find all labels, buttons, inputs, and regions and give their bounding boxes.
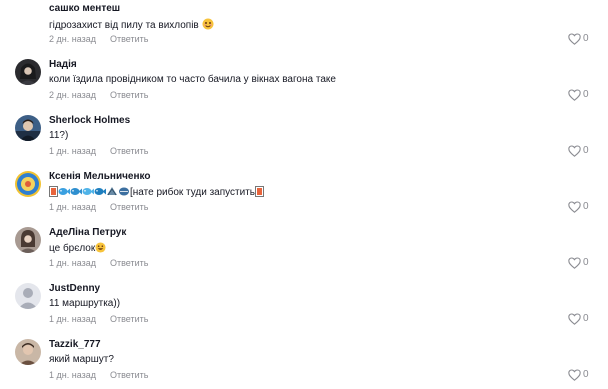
avatar[interactable] (15, 115, 41, 141)
avatar[interactable] (15, 283, 41, 309)
reply-button[interactable]: Ответить (110, 146, 148, 157)
like-button[interactable]: 0 (568, 311, 589, 327)
like-button[interactable]: 0 (568, 367, 589, 383)
comment-meta: 1 дн. назад Ответить (49, 146, 148, 157)
fish-emoji-icon (58, 186, 70, 197)
heart-icon (568, 33, 581, 45)
reply-button[interactable]: Ответить (110, 370, 148, 381)
comment-meta: 2 дн. назад Ответить (49, 34, 148, 45)
like-count: 0 (583, 313, 589, 324)
comment-item: Надія коли їздила провідником то часто б… (0, 59, 608, 115)
comment-text: це брєлок (49, 242, 106, 255)
comment-text: гідрозахист від пилу та вихлопів (49, 18, 214, 32)
comment-username[interactable]: АдеЛіна Петрук (49, 227, 126, 239)
like-count: 0 (583, 33, 589, 44)
heart-icon (568, 89, 581, 101)
like-count: 0 (583, 257, 589, 268)
comment-meta: 1 дн. назад Ответить (49, 258, 148, 269)
heart-icon (568, 257, 581, 269)
comment-item: Ксенія Мельниченко [нате рибок туди запу… (0, 171, 608, 227)
comment-item: АдеЛіна Петрук це брєлок 1 дн. назад Отв… (0, 227, 608, 283)
heart-icon (568, 145, 581, 157)
comment-meta: 1 дн. назад Ответить (49, 370, 148, 381)
avatar[interactable] (15, 59, 41, 85)
fish-emoji-icon (70, 186, 82, 197)
comment-date: 1 дн. назад (49, 258, 96, 268)
comment-date: 1 дн. назад (49, 314, 96, 324)
like-count: 0 (583, 145, 589, 156)
comment-username[interactable]: Надія (49, 59, 77, 71)
like-button[interactable]: 0 (568, 199, 589, 215)
fish-emoji-icon (94, 186, 106, 197)
comment-date: 2 дн. назад (49, 34, 96, 44)
heart-icon (568, 201, 581, 213)
like-count: 0 (583, 369, 589, 380)
comment-date: 2 дн. назад (49, 90, 96, 100)
like-button[interactable]: 0 (568, 31, 589, 47)
reply-button[interactable]: Ответить (110, 314, 148, 325)
reply-button[interactable]: Ответить (110, 90, 148, 101)
comment-text: який маршут? (49, 354, 114, 365)
avatar[interactable] (15, 171, 41, 197)
smiling-face-emoji-icon (202, 18, 214, 30)
avatar[interactable] (15, 227, 41, 253)
comment-date: 1 дн. назад (49, 146, 96, 156)
reply-button[interactable]: Ответить (110, 34, 148, 45)
reply-button[interactable]: Ответить (110, 202, 148, 213)
comment-date: 1 дн. назад (49, 202, 96, 212)
comment-item: сашко ментеш гідрозахист від пилу та вих… (0, 3, 608, 59)
reply-button[interactable]: Ответить (110, 258, 148, 269)
like-button[interactable]: 0 (568, 143, 589, 159)
fish-emoji-icon (255, 186, 264, 197)
comment-username[interactable]: JustDenny (49, 283, 100, 295)
comment-item: JustDenny 11 маршрутка)) 1 дн. назад Отв… (0, 283, 608, 339)
comment-username[interactable]: сашко ментеш (49, 3, 120, 15)
comment-username[interactable]: Sherlock Holmes (49, 115, 130, 127)
comment-text: коли їздила провідником то часто бачила … (49, 74, 336, 85)
fish-emoji-icon (118, 186, 130, 197)
like-count: 0 (583, 201, 589, 212)
heart-icon (568, 313, 581, 325)
grinning-face-emoji-icon (95, 242, 106, 253)
comment-meta: 2 дн. назад Ответить (49, 90, 148, 101)
avatar[interactable] (15, 339, 41, 365)
comment-meta: 1 дн. назад Ответить (49, 314, 148, 325)
like-button[interactable]: 0 (568, 255, 589, 271)
comment-date: 1 дн. назад (49, 370, 96, 380)
comment-text: 11?) (49, 130, 69, 141)
comment-username[interactable]: Tazzik_777 (49, 339, 101, 351)
like-button[interactable]: 0 (568, 87, 589, 103)
fish-emoji-icon (49, 186, 58, 197)
comment-username[interactable]: Ксенія Мельниченко (49, 171, 151, 183)
comment-text: [нате рибок туди запустить (49, 186, 264, 199)
comment-meta: 1 дн. назад Ответить (49, 202, 148, 213)
heart-icon (568, 369, 581, 381)
like-count: 0 (583, 89, 589, 100)
comment-item: Sherlock Holmes 11?) 1 дн. назад Ответит… (0, 115, 608, 171)
comment-text: 11 маршрутка)) (49, 298, 121, 309)
comment-item: Tazzik_777 який маршут? 1 дн. назад Отве… (0, 339, 608, 389)
fish-emoji-icon (106, 186, 118, 197)
fish-emoji-icon (82, 186, 94, 197)
